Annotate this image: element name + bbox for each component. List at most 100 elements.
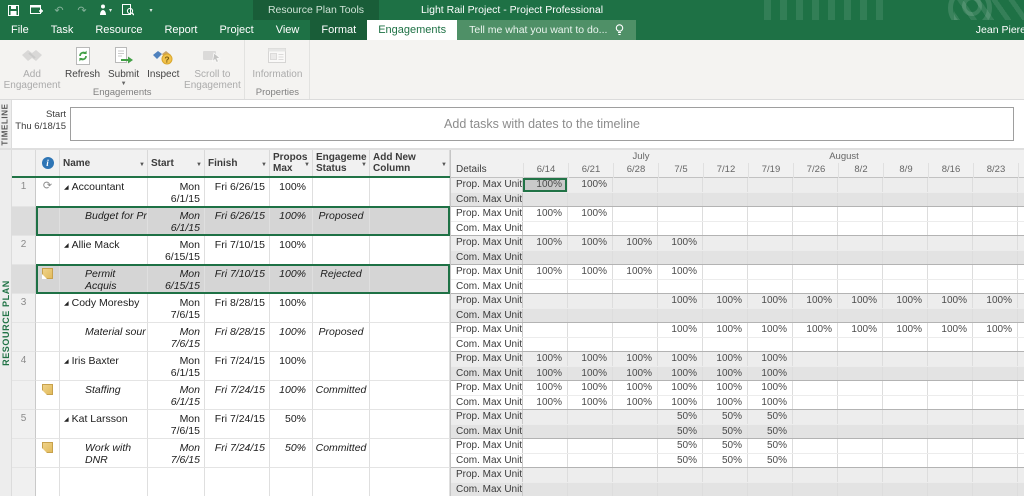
timephased-cell[interactable]: 100% bbox=[523, 265, 568, 279]
timephased-cell[interactable] bbox=[748, 338, 793, 352]
timephased-cell[interactable] bbox=[1018, 352, 1024, 366]
name-cell[interactable] bbox=[60, 468, 148, 496]
account-user-name[interactable]: Jean Piere bbox=[976, 20, 1024, 40]
refresh-button[interactable]: Refresh bbox=[62, 42, 103, 83]
filter-dropdown-icon[interactable]: ▼ bbox=[304, 160, 310, 171]
timephased-cell[interactable] bbox=[928, 280, 973, 294]
timephased-cell[interactable] bbox=[568, 410, 613, 424]
indicator-cell[interactable] bbox=[36, 207, 60, 236]
timephased-cell[interactable]: 100% bbox=[658, 367, 703, 381]
timephased-cell[interactable] bbox=[658, 193, 703, 207]
timephased-cell[interactable]: 50% bbox=[703, 425, 748, 439]
timephased-cell[interactable] bbox=[1018, 193, 1024, 207]
name-cell[interactable]: ◢Accountant bbox=[60, 178, 148, 207]
timephased-cell[interactable]: 50% bbox=[748, 454, 793, 468]
timephased-cell[interactable] bbox=[838, 483, 883, 496]
timephased-cell[interactable] bbox=[658, 309, 703, 323]
timephased-cell[interactable] bbox=[883, 265, 928, 279]
status-cell[interactable] bbox=[313, 294, 370, 323]
timephased-cell[interactable] bbox=[1018, 425, 1024, 439]
timephased-cell[interactable] bbox=[568, 280, 613, 294]
start-column-header[interactable]: Start▼ bbox=[148, 150, 205, 176]
status-cell[interactable] bbox=[313, 468, 370, 496]
timephased-cell[interactable] bbox=[973, 338, 1018, 352]
timephased-cell[interactable] bbox=[1018, 265, 1024, 279]
timephased-cell[interactable] bbox=[928, 309, 973, 323]
tab-project[interactable]: Project bbox=[208, 20, 264, 40]
timephased-cell[interactable] bbox=[793, 236, 838, 250]
timephased-cell[interactable] bbox=[928, 236, 973, 250]
timephased-cell[interactable] bbox=[973, 222, 1018, 236]
tab-view[interactable]: View bbox=[265, 20, 311, 40]
timephased-cell[interactable] bbox=[613, 483, 658, 496]
timephased-cell[interactable] bbox=[928, 468, 973, 482]
timephased-cell[interactable] bbox=[523, 439, 568, 453]
timephased-cell[interactable] bbox=[658, 207, 703, 221]
expand-triangle-icon[interactable]: ◢ bbox=[64, 243, 69, 249]
add-new-cell[interactable] bbox=[370, 323, 450, 352]
timephased-cell[interactable] bbox=[658, 483, 703, 496]
timephased-cell[interactable]: 100% bbox=[973, 294, 1018, 308]
timephased-cell[interactable]: 100% bbox=[748, 294, 793, 308]
timephased-cell[interactable] bbox=[928, 454, 973, 468]
timephased-cell[interactable] bbox=[793, 352, 838, 366]
timephased-cell[interactable] bbox=[1018, 410, 1024, 424]
expand-triangle-icon[interactable]: ◢ bbox=[64, 185, 69, 191]
row-number-cell[interactable]: 5 bbox=[12, 410, 36, 439]
timephased-cell[interactable] bbox=[568, 251, 613, 265]
timephased-cell[interactable] bbox=[613, 193, 658, 207]
timephased-cell[interactable] bbox=[1018, 222, 1024, 236]
timephased-cell[interactable] bbox=[973, 207, 1018, 221]
timephased-cell[interactable] bbox=[973, 193, 1018, 207]
timephased-cell[interactable] bbox=[748, 222, 793, 236]
timephased-cell[interactable]: 100% bbox=[703, 381, 748, 395]
timephased-cell[interactable]: 100% bbox=[613, 367, 658, 381]
add-new-cell[interactable] bbox=[370, 294, 450, 323]
finish-cell[interactable]: Fri 7/24/15 bbox=[205, 439, 270, 468]
timephased-cell[interactable] bbox=[793, 439, 838, 453]
indicator-cell[interactable] bbox=[36, 352, 60, 381]
timephased-cell[interactable] bbox=[1018, 439, 1024, 453]
timephased-cell[interactable] bbox=[793, 410, 838, 424]
timephased-cell[interactable] bbox=[748, 193, 793, 207]
start-cell[interactable]: Mon 6/15/15 bbox=[148, 265, 205, 294]
timephased-cell[interactable]: 100% bbox=[568, 207, 613, 221]
timephased-cell[interactable] bbox=[523, 222, 568, 236]
add-new-cell[interactable] bbox=[370, 178, 450, 207]
submit-button[interactable]: Submit▼ bbox=[105, 42, 142, 90]
timephased-cell[interactable] bbox=[748, 265, 793, 279]
timephased-cell[interactable]: 100% bbox=[748, 396, 793, 410]
row-number-cell[interactable] bbox=[12, 439, 36, 468]
timephased-cell[interactable] bbox=[928, 222, 973, 236]
timephased-cell[interactable] bbox=[883, 338, 928, 352]
timephased-cell[interactable] bbox=[613, 309, 658, 323]
timephased-cell[interactable] bbox=[838, 425, 883, 439]
timephased-cell[interactable]: 100% bbox=[568, 367, 613, 381]
name-cell[interactable]: ◢Cody Moresby bbox=[60, 294, 148, 323]
timephased-cell[interactable]: 100% bbox=[523, 367, 568, 381]
timephased-cell[interactable] bbox=[928, 396, 973, 410]
timephased-cell[interactable] bbox=[928, 381, 973, 395]
tell-me-box[interactable]: Tell me what you want to do... bbox=[457, 20, 636, 40]
timephased-cell[interactable] bbox=[838, 280, 883, 294]
timephased-cell[interactable] bbox=[793, 280, 838, 294]
timephased-cell[interactable] bbox=[523, 454, 568, 468]
max-units-cell[interactable]: 100% bbox=[270, 352, 313, 381]
max-units-cell[interactable]: 100% bbox=[270, 294, 313, 323]
timephased-cell[interactable] bbox=[928, 251, 973, 265]
timephased-cell[interactable] bbox=[928, 338, 973, 352]
timephased-cell[interactable]: 50% bbox=[703, 410, 748, 424]
start-cell[interactable]: Mon 7/6/15 bbox=[148, 439, 205, 468]
finish-column-header[interactable]: Finish▼ bbox=[205, 150, 270, 176]
timephased-cell[interactable] bbox=[1018, 338, 1024, 352]
new-window-icon[interactable] bbox=[29, 3, 43, 17]
name-cell[interactable]: ◢Allie Mack bbox=[60, 236, 148, 265]
timephased-cell[interactable] bbox=[1018, 396, 1024, 410]
timephased-cell[interactable] bbox=[613, 207, 658, 221]
timephased-cell[interactable] bbox=[523, 309, 568, 323]
timephased-cell[interactable]: 50% bbox=[748, 425, 793, 439]
timephased-cell[interactable] bbox=[1018, 454, 1024, 468]
add-new-cell[interactable] bbox=[370, 265, 450, 294]
timephased-cell[interactable] bbox=[613, 425, 658, 439]
timephased-cell[interactable] bbox=[973, 396, 1018, 410]
